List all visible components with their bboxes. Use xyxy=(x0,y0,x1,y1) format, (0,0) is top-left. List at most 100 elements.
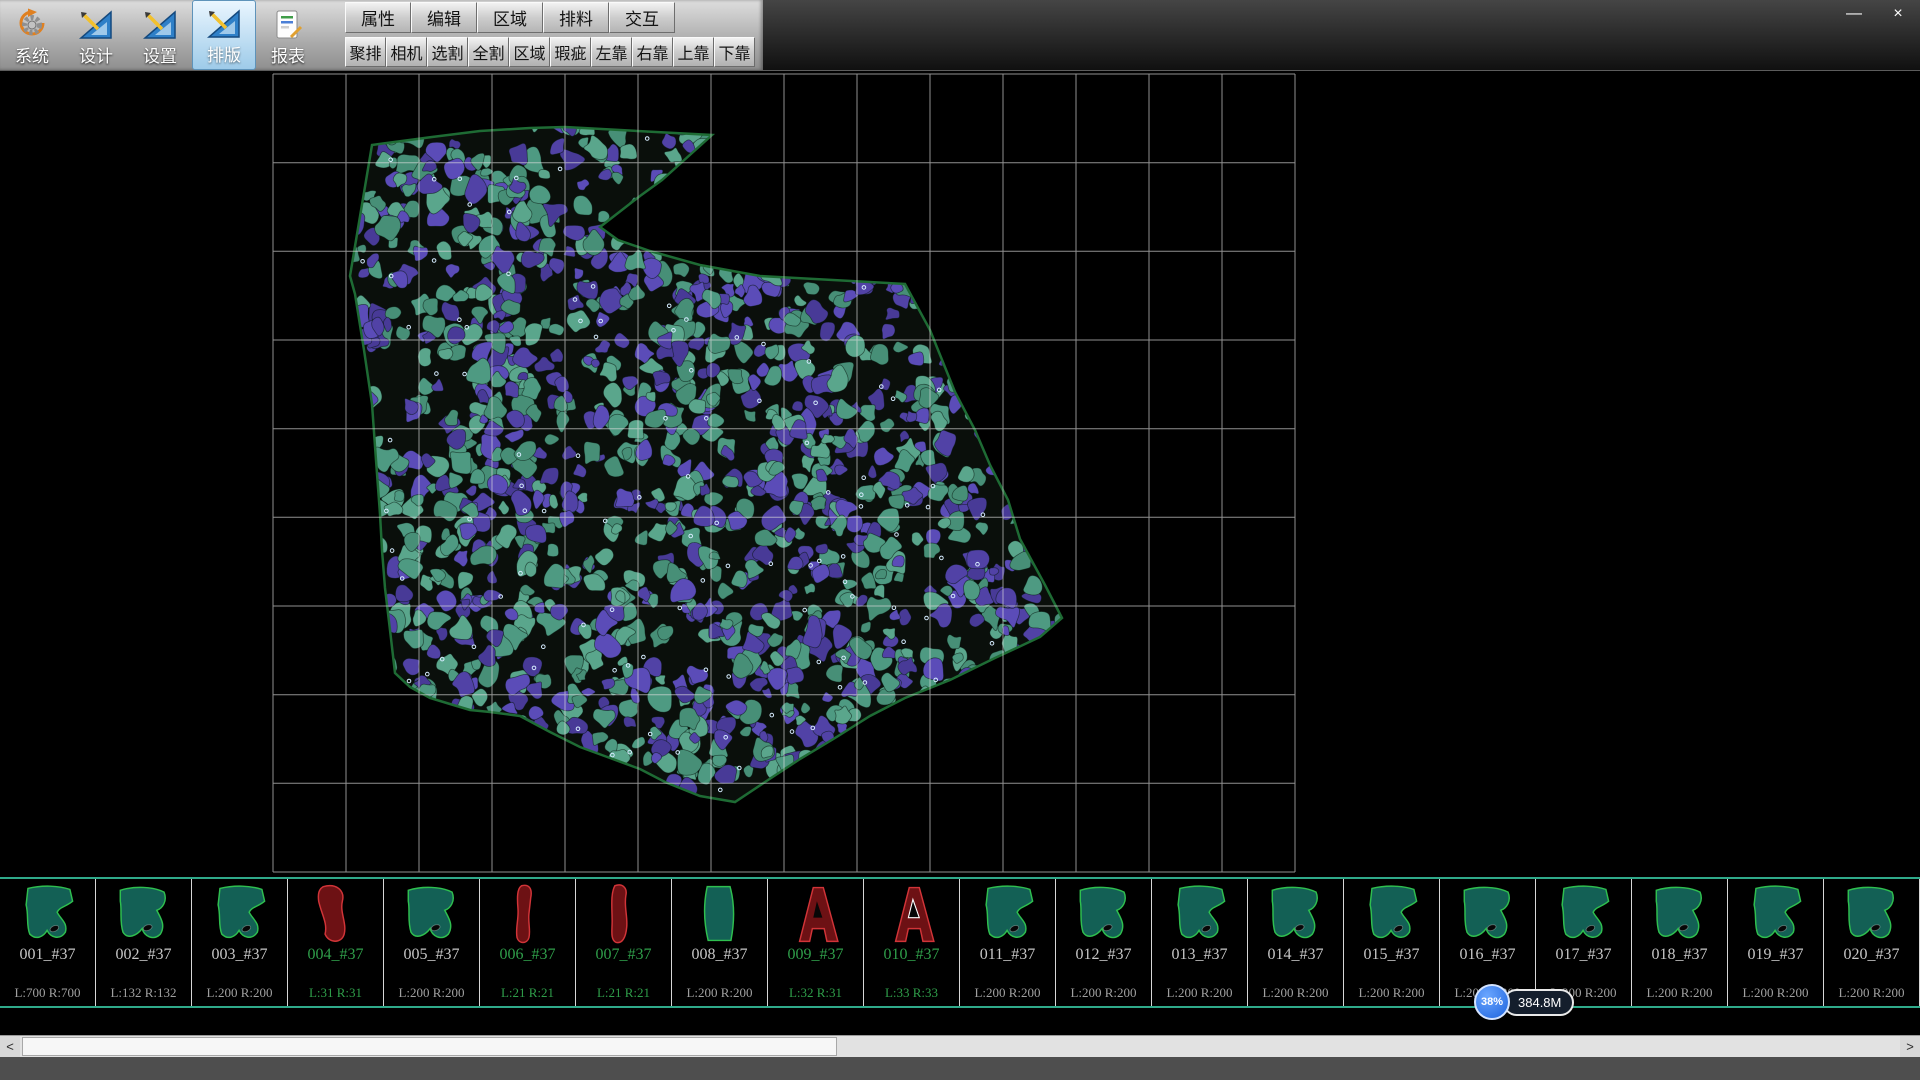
piece-thumbnail[interactable]: 001_#37 L:700 R:700 xyxy=(0,879,96,1006)
piece-lr-count: L:33 R:33 xyxy=(885,985,938,1001)
hide-nesting-view xyxy=(0,71,1920,877)
scrollbar-thumb[interactable] xyxy=(22,1037,837,1056)
menu-nesting[interactable]: 排料 xyxy=(543,2,609,33)
piece-lr-count: L:132 R:132 xyxy=(110,985,176,1001)
tool-camera[interactable]: 相机 xyxy=(386,37,427,67)
toolbar-button-report[interactable]: 报表 xyxy=(256,0,320,70)
piece-image xyxy=(870,883,954,945)
piece-thumbnail[interactable]: 012_#37 L:200 R:200 xyxy=(1056,879,1152,1006)
piece-thumbnail[interactable]: 002_#37 L:132 R:132 xyxy=(96,879,192,1006)
piece-thumbnail[interactable]: 007_#37L:21 R:21 xyxy=(576,879,672,1006)
piece-lr-count: L:21 R:21 xyxy=(597,985,650,1001)
menu-interact[interactable]: 交互 xyxy=(609,2,675,33)
status-bar xyxy=(0,1057,1920,1080)
piece-image xyxy=(198,883,282,945)
toolbar-button-label: 设计 xyxy=(79,47,113,67)
piece-label: 002_#37 xyxy=(116,946,172,964)
piece-label: 018_#37 xyxy=(1652,946,1708,964)
piece-label: 013_#37 xyxy=(1172,946,1228,964)
piece-label: 005_#37 xyxy=(404,946,460,964)
piece-label: 012_#37 xyxy=(1076,946,1132,964)
report-icon xyxy=(271,4,305,46)
piece-lr-count: L:200 R:200 xyxy=(1070,985,1136,1001)
tool-region[interactable]: 区域 xyxy=(509,37,550,67)
piece-label: 004_#37 xyxy=(308,946,364,964)
tool-snap-left[interactable]: 左靠 xyxy=(591,37,632,67)
toolbar-button-system[interactable]: 系统 xyxy=(0,0,64,70)
menu-tab-row: 属性 编辑 区域 排料 交互 xyxy=(345,2,675,33)
piece-thumbnail[interactable]: 015_#37L:200 R:200 xyxy=(1344,879,1440,1006)
piece-thumbnail[interactable]: 009_#37L:32 R:31 xyxy=(768,879,864,1006)
piece-thumbnail[interactable]: 010_#37 L:33 R:33 xyxy=(864,879,960,1006)
piece-image xyxy=(678,883,762,945)
menu-edit[interactable]: 编辑 xyxy=(411,2,477,33)
tool-snap-top[interactable]: 上靠 xyxy=(673,37,714,67)
piece-lr-count: L:31 R:31 xyxy=(309,985,362,1001)
scroll-right-arrow[interactable]: > xyxy=(1900,1036,1920,1057)
toolbar-button-settings[interactable]: 设置 xyxy=(128,0,192,70)
piece-thumbnail[interactable]: 005_#37 L:200 R:200 xyxy=(384,879,480,1006)
piece-thumbnail[interactable]: 014_#37L:200 R:200 xyxy=(1248,879,1344,1006)
tool-snap-bottom[interactable]: 下靠 xyxy=(714,37,755,67)
design-icon xyxy=(78,4,114,46)
close-button[interactable]: × xyxy=(1884,3,1912,25)
piece-lr-count: L:200 R:200 xyxy=(1838,985,1904,1001)
tool-defect[interactable]: 瑕疵 xyxy=(550,37,591,67)
gear-icon xyxy=(14,4,50,46)
piece-image xyxy=(102,883,186,945)
piece-thumbnail[interactable]: 011_#37 L:200 R:200 xyxy=(960,879,1056,1006)
piece-image xyxy=(1542,883,1626,945)
main-mode-buttons: 系统 设计 设置 xyxy=(0,0,320,70)
tool-cut-all[interactable]: 全割 xyxy=(468,37,509,67)
piece-thumbnail[interactable]: 004_#37 L:31 R:31 xyxy=(288,879,384,1006)
piece-image xyxy=(1254,883,1338,945)
piece-lr-count: L:200 R:200 xyxy=(1742,985,1808,1001)
piece-label: 010_#37 xyxy=(884,946,940,964)
menu-properties[interactable]: 属性 xyxy=(345,2,411,33)
minimize-button[interactable]: — xyxy=(1840,3,1868,25)
memory-usage-label: 384.8M xyxy=(1503,989,1574,1016)
toolbar-button-layout[interactable]: 排版 xyxy=(192,0,256,70)
piece-thumbnail[interactable]: 019_#37 L:200 R:200 xyxy=(1728,879,1824,1006)
scroll-left-arrow[interactable]: < xyxy=(0,1036,20,1057)
piece-image xyxy=(774,883,858,945)
piece-lr-count: L:32 R:31 xyxy=(789,985,842,1001)
window-controls: — × xyxy=(1840,3,1912,25)
piece-label: 011_#37 xyxy=(980,946,1035,964)
toolbar-button-design[interactable]: 设计 xyxy=(64,0,128,70)
piece-thumbnail[interactable]: 006_#37 L:21 R:21 xyxy=(480,879,576,1006)
piece-image xyxy=(1446,883,1530,945)
piece-image xyxy=(1062,883,1146,945)
piece-filmstrip: 001_#37 L:700 R:700 002_#37 L:132 R:132 00… xyxy=(0,877,1920,1008)
piece-image xyxy=(966,883,1050,945)
menu-region[interactable]: 区域 xyxy=(477,2,543,33)
piece-thumbnail[interactable]: 003_#37L:200 R:200 xyxy=(192,879,288,1006)
piece-lr-count: L:200 R:200 xyxy=(686,985,752,1001)
piece-image xyxy=(390,883,474,945)
piece-lr-count: L:200 R:200 xyxy=(974,985,1040,1001)
piece-image xyxy=(1734,883,1818,945)
tool-select-cut[interactable]: 选割 xyxy=(427,37,468,67)
piece-thumbnail[interactable]: 008_#37L:200 R:200 xyxy=(672,879,768,1006)
piece-lr-count: L:21 R:21 xyxy=(501,985,554,1001)
tool-cluster-nest[interactable]: 聚排 xyxy=(345,37,386,67)
piece-image xyxy=(6,883,90,945)
piece-lr-count: L:700 R:700 xyxy=(14,985,80,1001)
piece-thumbnail[interactable]: 018_#37 L:200 R:200 xyxy=(1632,879,1728,1006)
nesting-canvas[interactable] xyxy=(0,71,1920,877)
piece-lr-count: L:200 R:200 xyxy=(398,985,464,1001)
horizontal-scrollbar[interactable]: < > xyxy=(0,1035,1920,1057)
piece-label: 016_#37 xyxy=(1460,946,1516,964)
piece-thumbnail[interactable]: 020_#37L:200 R:200 xyxy=(1824,879,1920,1006)
toolbar-button-label: 排版 xyxy=(207,46,241,66)
piece-lr-count: L:200 R:200 xyxy=(1646,985,1712,1001)
piece-lr-count: L:200 R:200 xyxy=(1358,985,1424,1001)
layout-icon xyxy=(206,3,242,45)
piece-thumbnail[interactable]: 013_#37L:200 R:200 xyxy=(1152,879,1248,1006)
piece-label: 019_#37 xyxy=(1748,946,1804,964)
tool-snap-right[interactable]: 右靠 xyxy=(632,37,673,67)
piece-image xyxy=(1158,883,1242,945)
piece-label: 006_#37 xyxy=(500,946,556,964)
piece-label: 001_#37 xyxy=(20,946,76,964)
piece-image xyxy=(1830,883,1914,945)
